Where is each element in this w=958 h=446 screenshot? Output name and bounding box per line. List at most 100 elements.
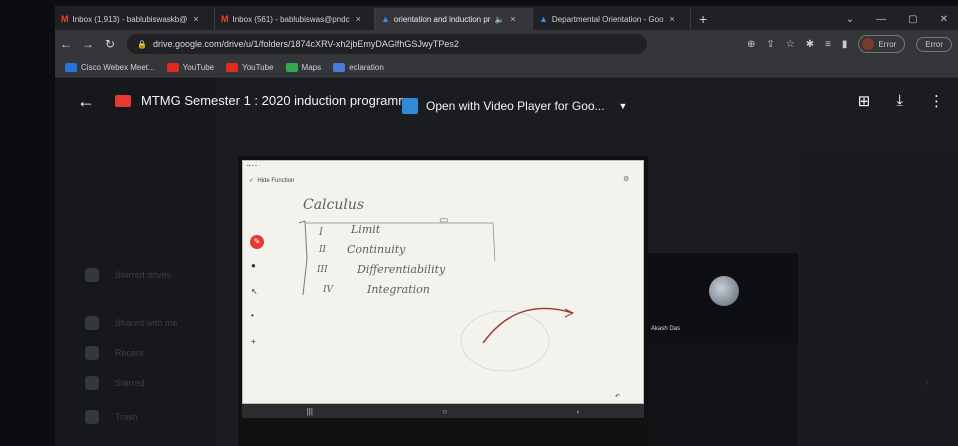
list-item: Limit [351, 223, 381, 236]
home-icon: ○ [442, 406, 448, 416]
minimize-icon[interactable]: — [876, 14, 886, 25]
browser-tab[interactable]: M Inbox (561) - bablubiswas@pndc × [215, 8, 375, 30]
browser-tab[interactable]: M Inbox (1,913) - bablubiswaskb@ × [55, 8, 215, 30]
bookmark-icon [166, 63, 179, 72]
sidebar-label: Shared with me [115, 318, 178, 328]
reload-icon[interactable]: ↻ [99, 37, 121, 51]
extensions-icon[interactable]: ✱ [806, 39, 814, 50]
tab-strip: M Inbox (1,913) - bablubiswaskb@ × M Inbox (… [55, 6, 958, 30]
chevron-down-icon[interactable]: ⌄ [846, 14, 854, 25]
gmail-icon: M [61, 14, 69, 24]
sidebar-label: Recent [115, 348, 144, 358]
video-player[interactable]: ▪▪ ▪ ▪ · ✓ Hide Function ▭ ⚙ ✎ ● ↖ • + ↶… [238, 156, 648, 446]
list-item: Integration [367, 283, 430, 296]
bookmark-label: YouTube [182, 63, 215, 72]
download-icon[interactable]: ⤓ [896, 92, 903, 110]
participant-avatar [709, 276, 739, 306]
sidebar-label: Trash [115, 412, 138, 422]
speaker-icon[interactable]: 🔈 [494, 15, 504, 24]
address-bar[interactable]: 🔒 drive.google.com/drive/u/1/folders/187… [127, 34, 647, 54]
list-num: III [317, 265, 328, 275]
faded-drive-sidebar: Starred drives Shared with me Recent Sta… [55, 78, 215, 446]
profile-button[interactable]: Error [858, 35, 906, 53]
close-window-icon[interactable]: ✕ [940, 14, 948, 25]
sidebar-item-shared: Shared with me [85, 316, 178, 330]
file-title: MTMG Semester 1 : 2020 induction program… [141, 93, 417, 108]
bookmark-item[interactable]: YouTube [226, 63, 274, 72]
recents-icon: ||| [306, 406, 313, 416]
zoom-icon[interactable]: ⊕ [747, 39, 755, 50]
whiteboard-drawing [298, 220, 575, 372]
tab-label: Departmental Orientation - Goo [551, 14, 664, 24]
tab-label: orientation and induction pr [393, 14, 491, 24]
sidebar-item-trash: Trash [85, 410, 138, 424]
background-panel [798, 148, 958, 446]
sidebar-label: Starred drives [115, 270, 172, 280]
bookmark-icon [226, 63, 239, 72]
more-vert-icon[interactable]: ⋮ [929, 92, 944, 110]
profile-error-label: Error [878, 39, 897, 49]
lock-icon: 🔒 [137, 39, 147, 49]
arrow-up-icon: ↑ [925, 378, 930, 389]
reading-list-icon[interactable]: ≡ [825, 39, 831, 50]
bookmark-item[interactable]: Cisco Webex Meet... [65, 63, 155, 72]
sidebar-item-starred-drives: Starred drives [85, 268, 171, 282]
star-outline-icon [85, 376, 99, 390]
back-icon[interactable]: ← [55, 37, 77, 51]
back-nav-icon: ‹ [576, 406, 580, 416]
url-text: drive.google.com/drive/u/1/folders/1874c… [152, 39, 459, 49]
participant-tile: Akash Das [648, 253, 798, 343]
tab-label: Inbox (561) - bablubiswas@pndc [232, 14, 350, 24]
maximize-icon[interactable]: ▢ [908, 14, 917, 25]
update-error-button[interactable]: Error [916, 36, 952, 52]
drive-icon: ▲ [539, 14, 548, 24]
clock-icon [85, 346, 99, 360]
new-tab-button[interactable]: + [691, 8, 715, 30]
browser-tab[interactable]: ▲ orientation and induction pr 🔈 × [375, 8, 533, 30]
bookmark-label: Cisco Webex Meet... [81, 63, 155, 72]
list-num: II [319, 245, 327, 255]
bookmark-icon [333, 63, 346, 72]
share-icon[interactable]: ⇪ [766, 39, 774, 50]
gmail-icon: M [221, 14, 229, 24]
video-file-icon [115, 95, 131, 107]
list-item: Differentiability [357, 263, 446, 276]
list-num: I [319, 227, 323, 238]
whiteboard-screen: ▪▪ ▪ ▪ · ✓ Hide Function ▭ ⚙ ✎ ● ↖ • + ↶… [242, 160, 644, 404]
preview-header: ← MTMG Semester 1 : 2020 induction progr… [55, 78, 958, 130]
close-tab-icon[interactable]: × [193, 14, 198, 24]
drive-icon [85, 268, 99, 282]
open-with-label: Open with Video Player for Goo... [426, 99, 605, 113]
sidebar-label: Starred [115, 378, 145, 388]
android-nav-bar: ||| ○ ‹ [242, 404, 644, 418]
trash-icon [85, 410, 99, 424]
sidebar-item-recent: Recent [85, 346, 144, 360]
forward-icon[interactable]: → [77, 37, 99, 51]
participant-tile-empty [648, 343, 798, 446]
people-icon [85, 316, 99, 330]
close-tab-icon[interactable]: × [510, 14, 515, 24]
side-panel-icon[interactable]: ▮ [842, 39, 848, 50]
close-tab-icon[interactable]: × [670, 14, 675, 24]
bookmark-label: eclaration [349, 63, 384, 72]
avatar [862, 38, 875, 50]
open-with-dropdown[interactable]: Open with Video Player for Goo... ▼ [402, 98, 627, 114]
add-to-drive-icon[interactable]: ⊞ [858, 92, 871, 110]
close-tab-icon[interactable]: × [356, 14, 361, 24]
chevron-down-icon: ▼ [618, 101, 628, 111]
drive-preview-overlay: Starred drives Shared with me Recent Sta… [55, 78, 958, 446]
browser-tab[interactable]: ▲ Departmental Orientation - Goo × [533, 8, 691, 30]
bookmark-icon [65, 63, 77, 72]
list-item: Continuity [347, 243, 406, 256]
drive-icon: ▲ [381, 14, 390, 24]
bookmark-icon [285, 63, 298, 72]
bookmark-label: Maps [301, 63, 322, 72]
back-arrow-icon[interactable]: ← [77, 91, 95, 112]
bookmarks-bar: Cisco Webex Meet... YouTube YouTube Maps ecl… [55, 58, 958, 78]
bookmark-item[interactable]: eclaration [333, 63, 384, 72]
participant-name: Akash Das [651, 326, 681, 332]
star-icon[interactable]: ☆ [786, 39, 795, 50]
bookmark-item[interactable]: YouTube [166, 63, 215, 72]
browser-toolbar: ← → ↻ 🔒 drive.google.com/drive/u/1/folde… [55, 30, 958, 58]
bookmark-item[interactable]: Maps [285, 63, 322, 72]
